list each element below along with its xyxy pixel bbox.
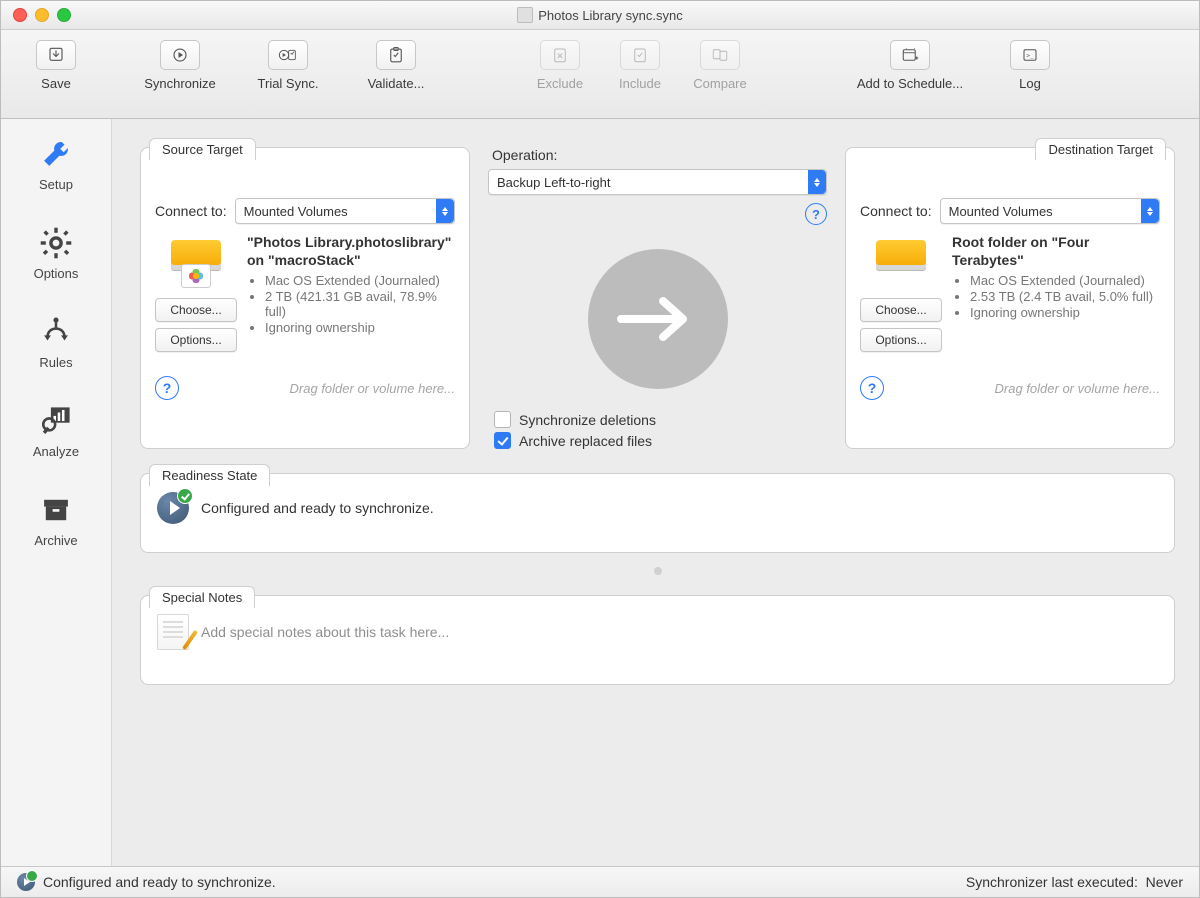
log-button[interactable]: >_ Log bbox=[995, 40, 1065, 91]
titlebar: Photos Library sync.sync bbox=[1, 1, 1199, 30]
drive-icon bbox=[167, 234, 225, 286]
operation-select[interactable]: Backup Left-to-right bbox=[488, 169, 827, 195]
status-last-executed: Synchronizer last executed: Never bbox=[966, 874, 1183, 890]
magnifier-chart-icon bbox=[39, 404, 73, 438]
source-help-button[interactable]: ? bbox=[155, 376, 179, 400]
destination-choose-button[interactable]: Choose... bbox=[860, 298, 942, 322]
add-to-schedule-button[interactable]: Add to Schedule... bbox=[835, 40, 985, 91]
chevron-updown-icon bbox=[808, 170, 826, 194]
destination-connect-select[interactable]: Mounted Volumes bbox=[940, 198, 1160, 224]
chevron-updown-icon bbox=[1141, 199, 1159, 223]
document-icon bbox=[517, 7, 533, 23]
checkbox-checked-icon bbox=[494, 432, 511, 449]
source-drag-hint: Drag folder or volume here... bbox=[290, 381, 455, 396]
source-details: Mac OS Extended (Journaled) 2 TB (421.31… bbox=[247, 273, 455, 335]
exclude-button: Exclude bbox=[525, 40, 595, 91]
source-tab-label: Source Target bbox=[149, 138, 256, 160]
destination-connect-label: Connect to: bbox=[860, 203, 932, 219]
direction-arrow-icon bbox=[588, 249, 728, 389]
operation-column: Operation: Backup Left-to-right ? bbox=[480, 147, 835, 449]
window-title-text: Photos Library sync.sync bbox=[538, 8, 683, 23]
drive-icon bbox=[872, 234, 930, 286]
trial-sync-button[interactable]: Trial Sync. bbox=[239, 40, 337, 91]
app-window: Photos Library sync.sync Save Synchroniz… bbox=[0, 0, 1200, 898]
notes-placeholder[interactable]: Add special notes about this task here..… bbox=[201, 624, 449, 640]
operation-label: Operation: bbox=[492, 147, 827, 163]
sidebar-item-setup[interactable]: Setup bbox=[1, 137, 111, 192]
compare-button: Compare bbox=[685, 40, 755, 91]
content-area: Source Target Connect to: Mounted Volume… bbox=[112, 119, 1199, 866]
readiness-text: Configured and ready to synchronize. bbox=[201, 500, 434, 516]
status-text: Configured and ready to synchronize. bbox=[43, 874, 276, 890]
operation-help-button[interactable]: ? bbox=[805, 203, 827, 225]
body: Setup Options Rules Analyze Archive bbox=[1, 119, 1199, 866]
chevron-updown-icon bbox=[436, 199, 454, 223]
wrench-icon bbox=[39, 137, 73, 171]
readiness-section: Readiness State Configured and ready to … bbox=[140, 473, 1175, 553]
window-title: Photos Library sync.sync bbox=[1, 7, 1199, 23]
checkbox-unchecked-icon bbox=[494, 411, 511, 428]
resize-grip-icon[interactable] bbox=[654, 567, 662, 575]
status-bar: Configured and ready to synchronize. Syn… bbox=[1, 866, 1199, 897]
source-target-panel: Source Target Connect to: Mounted Volume… bbox=[140, 147, 470, 449]
destination-tab-label: Destination Target bbox=[1035, 138, 1166, 160]
archive-box-icon bbox=[39, 493, 73, 527]
save-button[interactable]: Save bbox=[21, 40, 91, 91]
readiness-tab-label: Readiness State bbox=[149, 464, 270, 486]
include-button: Include bbox=[605, 40, 675, 91]
sidebar: Setup Options Rules Analyze Archive bbox=[1, 119, 112, 866]
toolbar: Save Synchronize Trial Sync. Validate...… bbox=[1, 30, 1199, 119]
destination-help-button[interactable]: ? bbox=[860, 376, 884, 400]
archive-replaced-checkbox[interactable]: Archive replaced files bbox=[494, 432, 827, 449]
destination-drag-hint: Drag folder or volume here... bbox=[995, 381, 1160, 396]
svg-text:>_: >_ bbox=[1026, 52, 1034, 59]
destination-details: Mac OS Extended (Journaled) 2.53 TB (2.4… bbox=[952, 273, 1160, 320]
sidebar-item-rules[interactable]: Rules bbox=[1, 315, 111, 370]
sync-deletions-checkbox[interactable]: Synchronize deletions bbox=[494, 411, 827, 428]
sidebar-item-archive[interactable]: Archive bbox=[1, 493, 111, 548]
branch-icon bbox=[39, 315, 73, 349]
destination-path: Root folder on "Four Terabytes" bbox=[952, 234, 1160, 269]
source-options-button[interactable]: Options... bbox=[155, 328, 237, 352]
sidebar-item-analyze[interactable]: Analyze bbox=[1, 404, 111, 459]
source-path: "Photos Library.photoslibrary" on "macro… bbox=[247, 234, 455, 269]
sidebar-item-options[interactable]: Options bbox=[1, 226, 111, 281]
synchronize-button[interactable]: Synchronize bbox=[131, 40, 229, 91]
special-notes-section: Special Notes Add special notes about th… bbox=[140, 595, 1175, 685]
source-connect-select[interactable]: Mounted Volumes bbox=[235, 198, 455, 224]
destination-options-button[interactable]: Options... bbox=[860, 328, 942, 352]
source-connect-label: Connect to: bbox=[155, 203, 227, 219]
targets-row: Source Target Connect to: Mounted Volume… bbox=[140, 147, 1175, 449]
validate-button[interactable]: Validate... bbox=[347, 40, 445, 91]
notes-tab-label: Special Notes bbox=[149, 586, 255, 608]
destination-target-panel: Destination Target Connect to: Mounted V… bbox=[845, 147, 1175, 449]
status-ready-icon bbox=[17, 873, 35, 891]
ready-play-icon bbox=[157, 492, 189, 524]
source-choose-button[interactable]: Choose... bbox=[155, 298, 237, 322]
gear-icon bbox=[39, 226, 73, 260]
notes-icon bbox=[157, 614, 189, 650]
